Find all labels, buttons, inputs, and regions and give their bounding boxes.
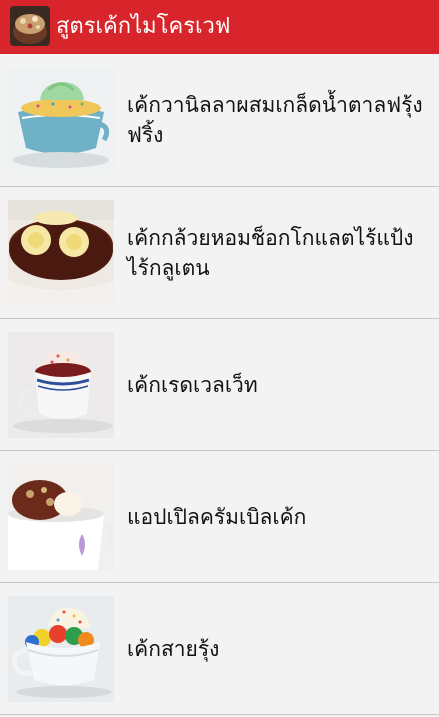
recipe-title: เค้กวานิลลาผสมเกล็ดน้ำตาลฟรุ้งฟริ้ง xyxy=(127,93,423,147)
recipe-row-vanilla[interactable]: เค้กวานิลลาผสมเกล็ดน้ำตาลฟรุ้งฟริ้ง xyxy=(0,54,439,187)
recipe-row-red-velvet[interactable]: เค้กเรดเวลเว็ท xyxy=(0,319,439,451)
recipe-row-banana[interactable]: เค้กกล้วยหอมช็อกโกแลตไร้แป้งไร้กลูเตน xyxy=(0,187,439,319)
banana-chocolate-thumbnail xyxy=(8,200,114,306)
app-bar: สูตรเค้กไมโครเวฟ xyxy=(0,0,439,54)
recipe-title: เค้กกล้วยหอมช็อกโกแลตไร้แป้งไร้กลูเตน xyxy=(127,225,414,280)
rainbow-cake-thumbnail xyxy=(8,596,114,702)
recipe-row-apple-crumble[interactable]: แอปเปิลครัมเบิลเค้ก xyxy=(0,451,439,583)
app-title: สูตรเค้กไมโครเวฟ xyxy=(56,14,231,39)
apple-crumble-thumbnail xyxy=(8,464,114,570)
recipe-title: เค้กเรดเวลเว็ท xyxy=(127,372,258,397)
recipe-title: เค้กสายรุ้ง xyxy=(127,636,220,661)
recipe-row-rainbow[interactable]: เค้กสายรุ้ง xyxy=(0,583,439,715)
recipe-title: แอปเปิลครัมเบิลเค้ก xyxy=(127,504,307,529)
red-velvet-thumbnail xyxy=(8,332,114,438)
vanilla-cupcake-thumbnail xyxy=(8,68,114,174)
recipe-list[interactable]: เค้กวานิลลาผสมเกล็ดน้ำตาลฟรุ้งฟริ้ง เค้ก… xyxy=(0,54,439,715)
cake-app-icon[interactable] xyxy=(10,6,50,46)
